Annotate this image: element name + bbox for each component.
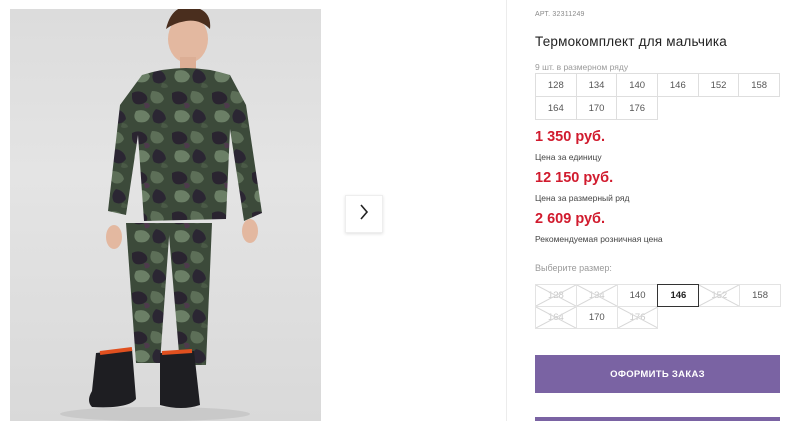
chevron-right-icon <box>359 203 369 225</box>
choose-size-label: Выберите размер: <box>535 263 612 273</box>
unit-price-note: Цена за единицу <box>535 152 602 162</box>
size-picker: 128134 140 146 152 158 164 170 176 <box>535 284 781 329</box>
series-size-grid: 128 134 140 146 152 158 164 170 176 <box>535 73 780 120</box>
series-count-label: 9 шт. в размерном ряду <box>535 62 629 72</box>
size-option-label: 146 <box>670 290 687 301</box>
size-option: 134 <box>575 284 618 307</box>
retail-price-note: Рекомендуемая розничная цена <box>535 234 663 244</box>
series-size: 128 <box>536 74 577 97</box>
size-option-label: 158 <box>752 290 768 301</box>
series-size: 140 <box>617 74 658 97</box>
unavailable-cross-icon <box>617 307 658 328</box>
series-size: 164 <box>536 97 577 120</box>
series-size: 176 <box>617 97 658 120</box>
size-option[interactable]: 146 <box>657 284 700 307</box>
size-option: 128 <box>535 284 577 307</box>
series-size: 134 <box>576 74 618 97</box>
series-size: 152 <box>698 74 740 97</box>
place-order-button[interactable]: ОФОРМИТЬ ЗАКАЗ <box>535 355 780 393</box>
series-price: 12 150 руб. <box>535 170 614 186</box>
unavailable-cross-icon <box>699 285 740 306</box>
retail-price: 2 609 руб. <box>535 211 606 227</box>
size-option: 164 <box>535 306 577 329</box>
secondary-action-button[interactable] <box>535 417 780 421</box>
next-image-button[interactable] <box>345 195 383 233</box>
size-option[interactable]: 170 <box>575 306 618 329</box>
unavailable-cross-icon <box>536 307 576 328</box>
series-size: 158 <box>739 74 780 97</box>
unit-price: 1 350 руб. <box>535 129 606 145</box>
series-size: 146 <box>658 74 699 97</box>
panel-divider <box>506 0 507 421</box>
series-size: 170 <box>576 97 618 120</box>
unavailable-cross-icon <box>576 285 617 306</box>
boy-in-camo-thermal-set-image <box>60 9 262 421</box>
size-option-label: 170 <box>588 312 605 323</box>
article-number: АРТ. 32311249 <box>535 11 585 18</box>
size-option: 176 <box>616 306 659 329</box>
product-photo[interactable] <box>10 9 321 421</box>
series-price-note: Цена за размерный ряд <box>535 193 630 203</box>
size-option[interactable]: 158 <box>739 284 781 307</box>
size-option[interactable]: 140 <box>616 284 659 307</box>
unavailable-cross-icon <box>536 285 576 306</box>
size-option: 152 <box>698 284 741 307</box>
size-option-label: 140 <box>629 290 646 301</box>
product-title: Термокомплект для мальчика <box>535 34 727 49</box>
